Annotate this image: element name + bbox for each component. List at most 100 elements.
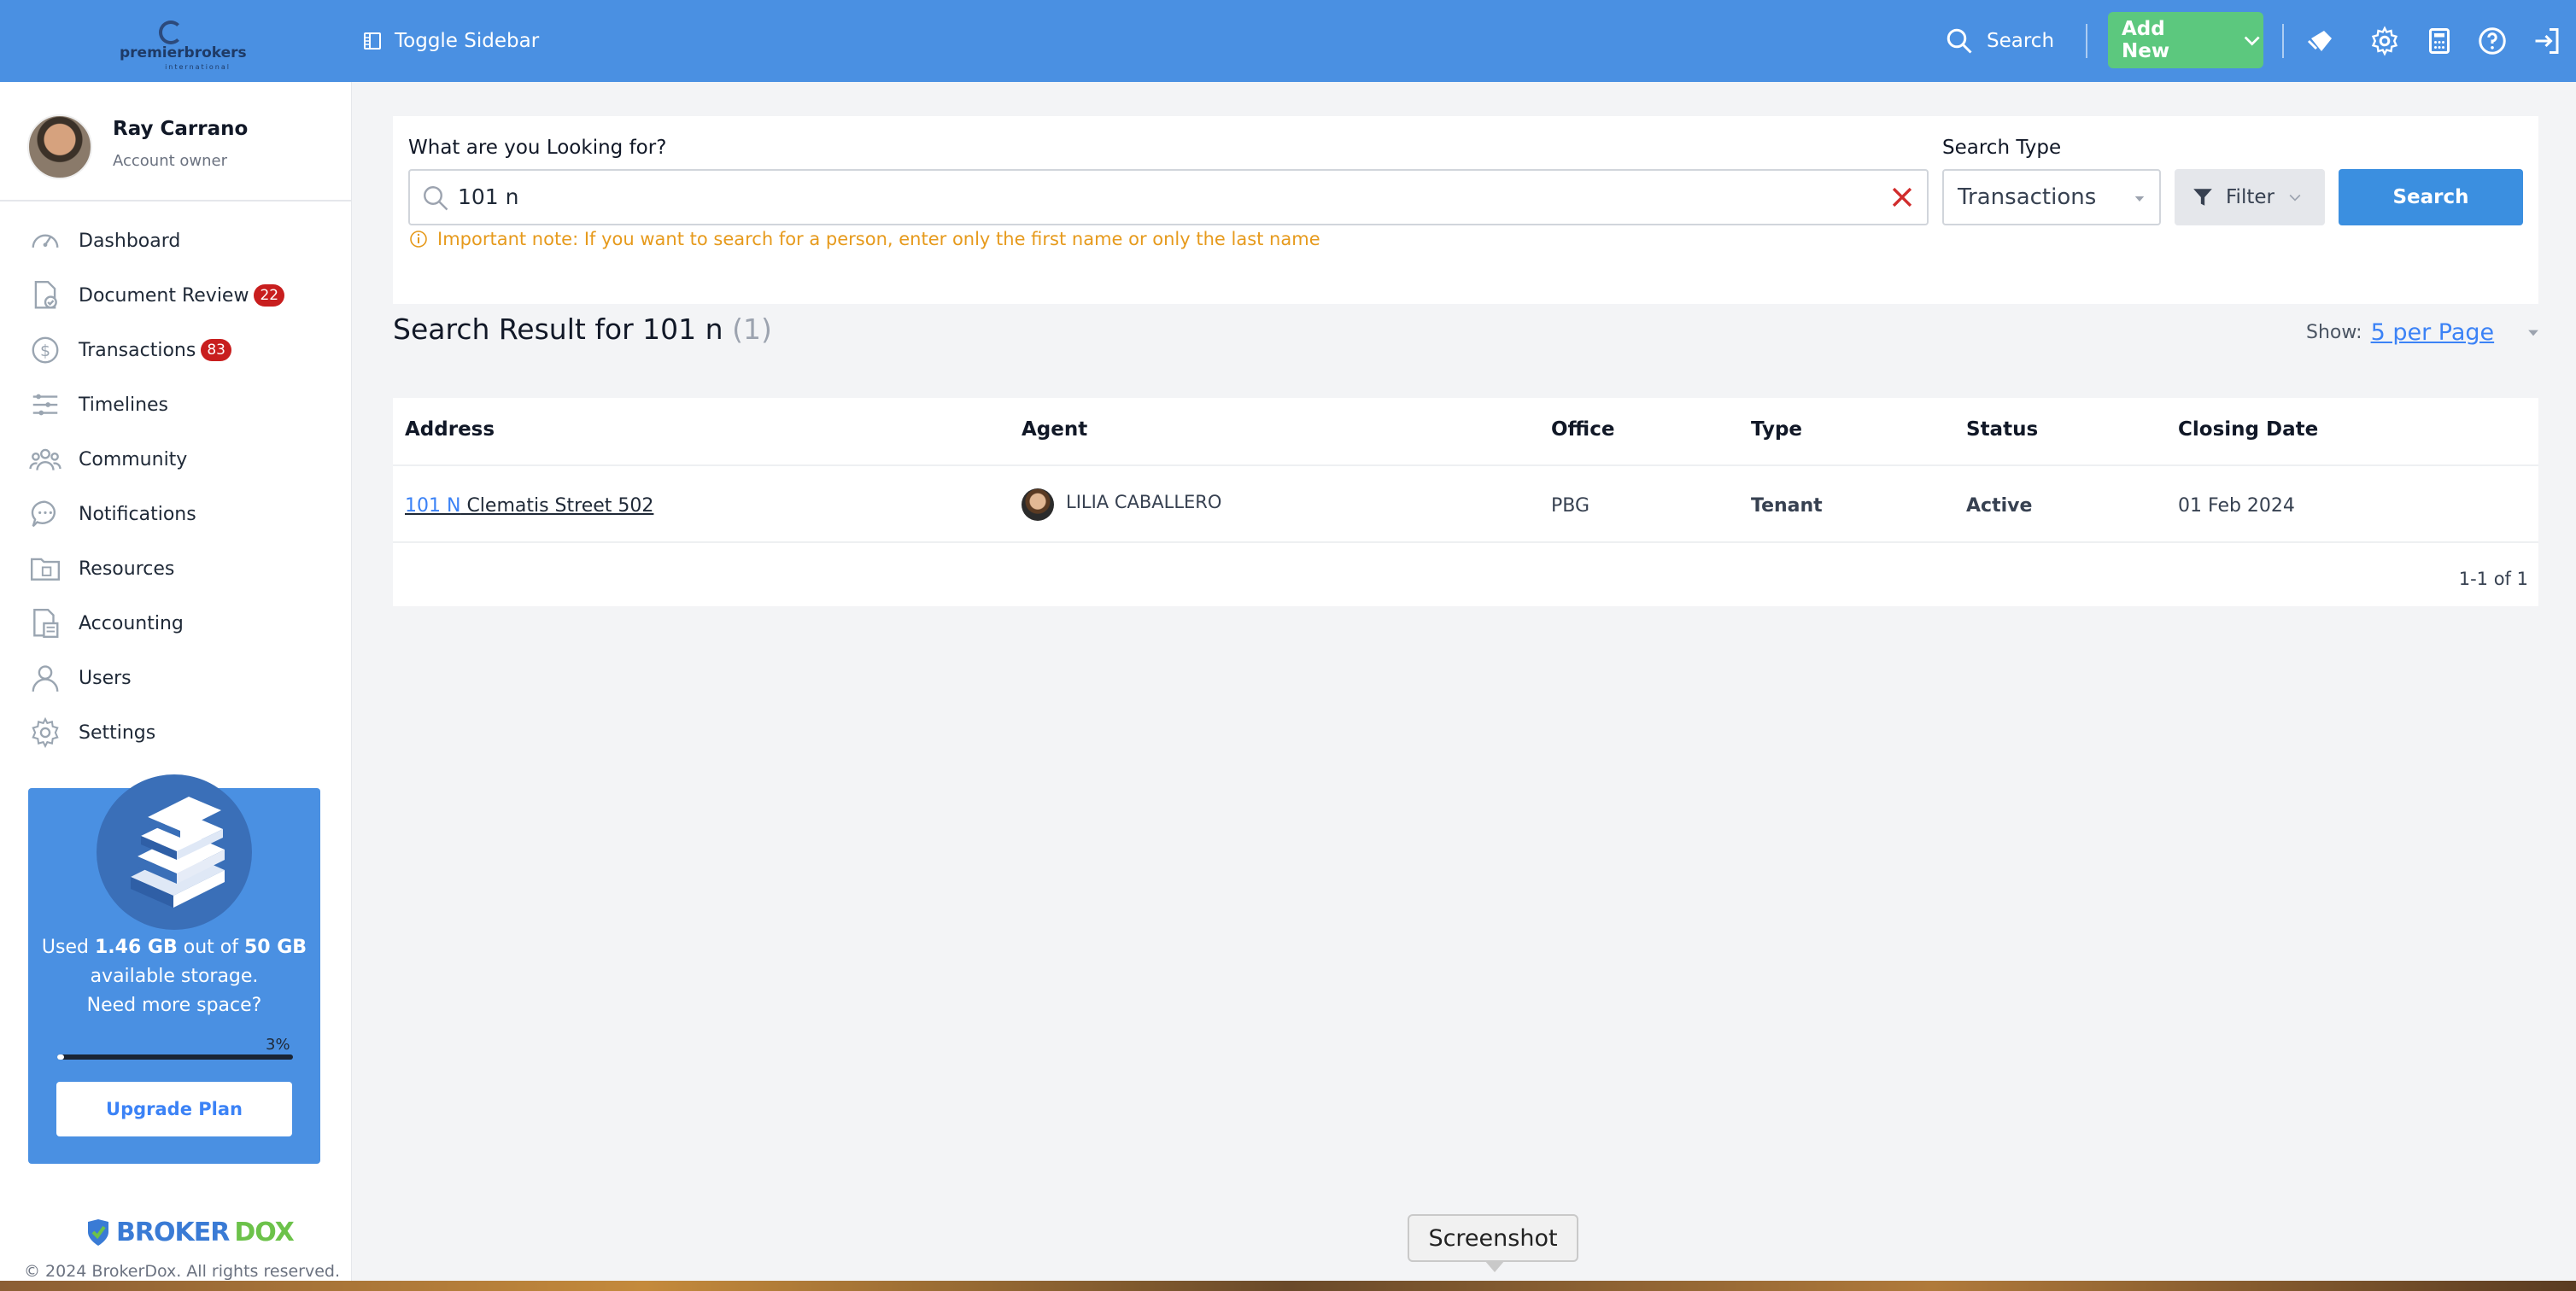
upgrade-plan-button[interactable]: Upgrade Plan: [56, 1082, 292, 1136]
logout-icon[interactable]: [2530, 24, 2564, 58]
add-new-label: Add New: [2122, 18, 2170, 62]
sidebar-item-label: Notifications: [79, 503, 196, 525]
column-header-status[interactable]: Status: [1966, 418, 2038, 441]
search-icon: [424, 186, 448, 211]
search-icon: [1947, 28, 1972, 54]
column-header-office[interactable]: Office: [1551, 418, 1614, 441]
toggle-sidebar-label: Toggle Sidebar: [395, 30, 540, 52]
chevron-down-icon: [2244, 36, 2260, 46]
search-panel: What are you Looking for? 101 n Importan…: [393, 116, 2538, 304]
sidebar-item-label: Community: [79, 448, 188, 470]
storage-suffix: available storage.: [90, 966, 259, 987]
logo-text: premierbrokers: [120, 44, 247, 61]
folder-icon: [30, 558, 61, 581]
column-header-closing-date[interactable]: Closing Date: [2178, 418, 2318, 441]
user-icon: [32, 665, 59, 692]
brand-part-a: BROKER: [116, 1218, 230, 1247]
logo-ring-icon: [159, 20, 183, 44]
help-icon[interactable]: [2475, 24, 2509, 58]
divider: [2086, 24, 2087, 58]
storage-percent: 3%: [266, 1036, 290, 1054]
filter-label: Filter: [2226, 186, 2274, 208]
sidebar-item-label: Document Review: [79, 284, 249, 307]
filter-button[interactable]: Filter: [2175, 169, 2325, 225]
community-icon: [29, 448, 61, 470]
storage-question: Need more space?: [86, 995, 262, 1016]
show-label: Show:: [2306, 322, 2362, 343]
column-header-type[interactable]: Type: [1751, 418, 1802, 441]
sidebar-item-document-review[interactable]: Document Review 22: [0, 268, 352, 323]
sidebar-item-community[interactable]: Community: [0, 432, 352, 487]
sidebar-item-accounting[interactable]: Accounting: [0, 596, 352, 651]
settings-icon[interactable]: [2368, 24, 2402, 58]
chevron-down-icon: [2289, 194, 2301, 202]
company-logo[interactable]: premierbrokers international: [120, 19, 247, 71]
search-button[interactable]: Search: [2339, 169, 2523, 225]
address-highlight: 101 N: [405, 495, 461, 517]
results-table: Address Agent Office Type Status Closing…: [393, 398, 2538, 606]
sidebar-item-label: Resources: [79, 558, 175, 580]
column-header-address[interactable]: Address: [405, 418, 495, 441]
status-cell: Active: [1966, 495, 2033, 517]
search-input[interactable]: 101 n: [408, 169, 1929, 225]
stacked-books-illustration: [97, 774, 252, 930]
office-cell: PBG: [1551, 495, 1590, 517]
divider: [2282, 24, 2284, 58]
agent-avatar: [1022, 488, 1054, 521]
sidebar-toggle-icon: [364, 32, 381, 50]
clear-search-icon[interactable]: [1888, 183, 1917, 212]
brand-part-b: DOX: [234, 1218, 294, 1247]
count-badge: 22: [254, 284, 285, 307]
profile-block[interactable]: Ray Carrano Account owner: [0, 82, 352, 202]
address-link[interactable]: 101 N Clematis Street 502: [405, 495, 653, 517]
sidebar-item-label: Users: [79, 667, 132, 689]
gauge-icon: [32, 234, 59, 248]
closing-date-cell: 01 Feb 2024: [2178, 495, 2295, 517]
result-title: Search Result for 101 n (1): [393, 313, 772, 346]
search-type-value: Transactions: [1958, 184, 2097, 210]
notifications-icon[interactable]: [2304, 24, 2339, 58]
add-new-button[interactable]: Add New: [2108, 12, 2263, 68]
sidebar-item-users[interactable]: Users: [0, 651, 352, 705]
toggle-sidebar-button[interactable]: Toggle Sidebar: [362, 24, 539, 58]
sidebar-item-timelines[interactable]: Timelines: [0, 377, 352, 432]
storage-progress-fill: [57, 1054, 65, 1060]
sidebar-item-label: Accounting: [79, 612, 184, 634]
profile-role: Account owner: [113, 152, 228, 170]
storage-mid-text: out of: [177, 937, 244, 958]
logo-subtext: international: [165, 63, 231, 71]
top-bar: premierbrokers international Toggle Side…: [0, 0, 2576, 82]
screenshot-tooltip: Screenshot: [1408, 1214, 1578, 1272]
result-title-text: Search Result for 101 n: [393, 313, 723, 346]
per-page-select[interactable]: 5 per Page: [2371, 319, 2495, 346]
search-type-label: Search Type: [1942, 137, 2062, 159]
storage-summary: Used 1.46 GB out of 50 GB available stor…: [40, 933, 308, 1020]
sidebar-item-label: Timelines: [79, 394, 169, 416]
funnel-icon: [2193, 189, 2212, 206]
sidebar-item-settings[interactable]: Settings: [0, 705, 352, 760]
search-input-value[interactable]: 101 n: [458, 184, 519, 209]
sidebar-item-dashboard[interactable]: Dashboard: [0, 213, 352, 268]
gear-icon: [32, 716, 59, 749]
document-check-icon: [34, 280, 57, 309]
search-type-select[interactable]: Transactions: [1942, 169, 2161, 225]
storage-card: Used 1.46 GB out of 50 GB available stor…: [28, 774, 320, 1164]
sidebar-item-resources[interactable]: Resources: [0, 541, 352, 596]
sidebar: Ray Carrano Account owner Dashboard Docu…: [0, 82, 352, 1291]
count-badge: 83: [201, 339, 231, 361]
calculator-icon[interactable]: [2422, 24, 2456, 58]
global-search-button[interactable]: Search: [1944, 22, 2054, 60]
avatar[interactable]: [27, 114, 92, 179]
sidebar-item-notifications[interactable]: Notifications: [0, 487, 352, 541]
sidebar-item-transactions[interactable]: $ Transactions 83: [0, 323, 352, 377]
caret-down-icon: [2134, 196, 2145, 202]
storage-used-prefix: Used: [41, 937, 95, 958]
column-header-agent[interactable]: Agent: [1022, 418, 1087, 441]
table-row[interactable]: 101 N Clematis Street 502 LILIA CABALLER…: [393, 464, 2538, 543]
type-cell: Tenant: [1751, 495, 1823, 517]
storage-total-value: 50 GB: [243, 937, 307, 958]
storage-used-value: 1.46 GB: [94, 937, 178, 958]
caret-down-icon[interactable]: [2525, 324, 2542, 342]
result-count: (1): [732, 313, 772, 346]
svg-text:$: $: [40, 342, 50, 360]
